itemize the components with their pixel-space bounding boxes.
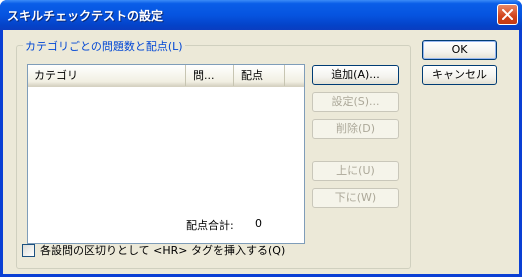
delete-button[interactable]: 削除(D): [312, 119, 399, 139]
column-header-questions[interactable]: 問...: [187, 65, 234, 86]
add-button[interactable]: 追加(A)...: [312, 65, 399, 85]
insert-hr-checkbox[interactable]: [22, 244, 35, 257]
settings-button[interactable]: 設定(S)...: [312, 92, 399, 112]
close-icon: [502, 9, 513, 20]
column-header-category[interactable]: カテゴリ: [28, 65, 186, 86]
column-header-empty: [286, 65, 304, 86]
list-header: カテゴリ 問... 配点: [28, 65, 304, 87]
dialog-window: スキルチェックテストの設定 カテゴリごとの問題数と配点(L) カテゴリ 問...…: [0, 0, 522, 277]
move-down-button[interactable]: 下に(W): [312, 188, 399, 208]
close-button[interactable]: [497, 4, 518, 25]
dialog-title: スキルチェックテストの設定: [7, 9, 164, 23]
total-points-label: 配点合計:: [186, 219, 234, 232]
category-group-label: カテゴリごとの問題数と配点(L): [23, 38, 185, 54]
column-header-points[interactable]: 配点: [235, 65, 285, 86]
ok-button[interactable]: OK: [422, 40, 497, 60]
insert-hr-label[interactable]: 各設問の区切りとして <HR> タグを挿入する(Q): [40, 244, 285, 257]
move-up-button[interactable]: 上に(U): [312, 161, 399, 181]
title-bar[interactable]: スキルチェックテストの設定: [0, 0, 522, 30]
dialog-body: カテゴリごとの問題数と配点(L) カテゴリ 問... 配点 配点合計: 0 OK…: [3, 30, 519, 274]
cancel-button[interactable]: キャンセル: [422, 65, 497, 85]
total-points-value: 0: [255, 217, 262, 230]
category-list[interactable]: カテゴリ 問... 配点: [27, 64, 305, 244]
